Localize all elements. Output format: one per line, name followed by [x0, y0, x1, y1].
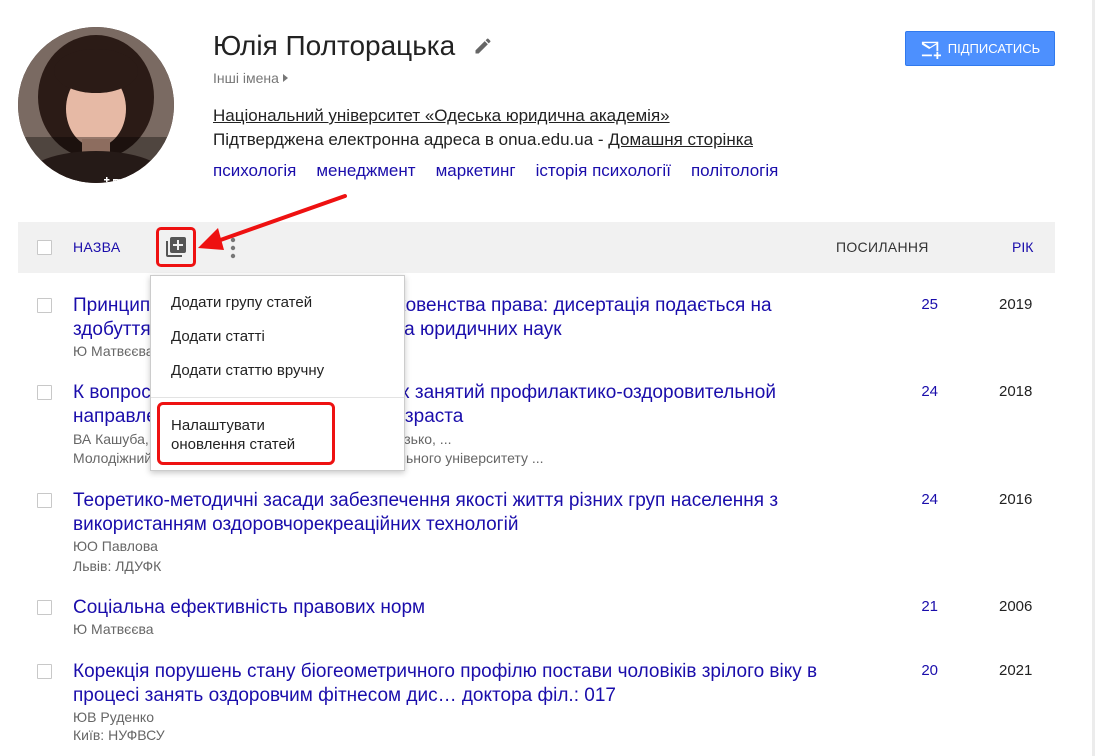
profile-photo-image — [18, 27, 174, 183]
mail-plus-icon — [921, 41, 941, 59]
select-all-checkbox[interactable] — [37, 240, 52, 255]
menu-item-label-line: оновлення статей — [171, 436, 296, 453]
triangle-right-icon — [282, 74, 288, 82]
article-title-link[interactable]: Соціальна ефективність правових норм — [73, 596, 833, 620]
row-checkbox[interactable] — [37, 600, 52, 615]
sort-by-year[interactable]: РІК — [1012, 239, 1033, 255]
article-authors: ЮВ Руденко — [73, 709, 154, 725]
homepage-link[interactable]: Домашня сторінка — [608, 130, 753, 149]
article-publication: Львів: ЛДУФК — [73, 558, 162, 574]
menu-item-add-article-manually[interactable]: Додати статтю вручну — [171, 361, 324, 380]
verified-email-line: Підтверджена електронна адреса в onua.ed… — [213, 130, 753, 150]
sort-by-citations[interactable]: ПОСИЛАННЯ — [836, 239, 929, 255]
other-names-toggle[interactable]: Інші імена — [213, 70, 288, 86]
annotation-arrow — [198, 194, 347, 250]
sort-by-title[interactable]: НАЗВА — [73, 239, 120, 255]
article-title-link[interactable]: Корекція порушень стану біогеометричного… — [73, 660, 833, 708]
row-checkbox[interactable] — [37, 493, 52, 508]
menu-divider — [151, 397, 404, 398]
citation-count-link[interactable]: 25 — [898, 296, 938, 313]
menu-item-add-articles[interactable]: Додати статті — [171, 327, 265, 346]
article-year: 2019 — [999, 296, 1033, 313]
menu-item-configure-article-updates[interactable]: Налаштувати оновлення статей — [171, 416, 295, 454]
article-year: 2016 — [999, 491, 1033, 508]
citation-count-link[interactable]: 21 — [898, 598, 938, 615]
other-names-label: Інші імена — [213, 70, 279, 86]
citation-count-link[interactable]: 24 — [898, 383, 938, 400]
row-checkbox[interactable] — [37, 385, 52, 400]
menu-item-label-line: Налаштувати — [171, 417, 265, 434]
affiliation-link[interactable]: Національний університет «Одеська юридич… — [213, 106, 670, 126]
profile-name-row: Юлія Полторацька — [213, 30, 493, 62]
interest-link[interactable]: менеджмент — [316, 161, 415, 181]
menu-item-add-article-group[interactable]: Додати групу статей — [171, 293, 312, 312]
article-title-link[interactable]: Теоретико-методичні засади забезпечення … — [73, 489, 833, 537]
add-photo-icon[interactable] — [102, 175, 128, 183]
article-authors: ЮО Павлова — [73, 538, 158, 554]
interest-tags: психологія менеджмент маркетинг історія … — [213, 161, 778, 181]
citation-count-link[interactable]: 24 — [898, 491, 938, 508]
articles-table-header: НАЗВА ПОСИЛАННЯ РІК — [18, 222, 1055, 273]
row-checkbox[interactable] — [37, 298, 52, 313]
edit-pencil-icon[interactable] — [473, 36, 493, 56]
interest-link[interactable]: маркетинг — [436, 161, 516, 181]
row-checkbox[interactable] — [37, 664, 52, 679]
subscribe-button[interactable]: ПІДПИСАТИСЬ — [905, 31, 1055, 66]
interest-link[interactable]: історія психології — [536, 161, 671, 181]
library-add-icon — [166, 237, 186, 257]
verified-email-text: Підтверджена електронна адреса в onua.ed… — [213, 130, 609, 149]
article-year: 2006 — [999, 598, 1033, 615]
interest-link[interactable]: політологія — [691, 161, 778, 181]
article-authors: Ю Матвєєва — [73, 343, 154, 359]
article-publication: Київ: НУФВСУ — [73, 727, 165, 743]
profile-photo[interactable] — [18, 27, 174, 183]
add-articles-menu: Додати групу статей Додати статті Додати… — [150, 275, 405, 471]
article-year: 2021 — [999, 662, 1033, 679]
article-authors: Ю Матвєєва — [73, 621, 154, 637]
profile-name: Юлія Полторацька — [213, 30, 456, 61]
interest-link[interactable]: психологія — [213, 161, 296, 181]
citation-count-link[interactable]: 20 — [898, 662, 938, 679]
subscribe-label: ПІДПИСАТИСЬ — [947, 41, 1041, 56]
article-year: 2018 — [999, 383, 1033, 400]
